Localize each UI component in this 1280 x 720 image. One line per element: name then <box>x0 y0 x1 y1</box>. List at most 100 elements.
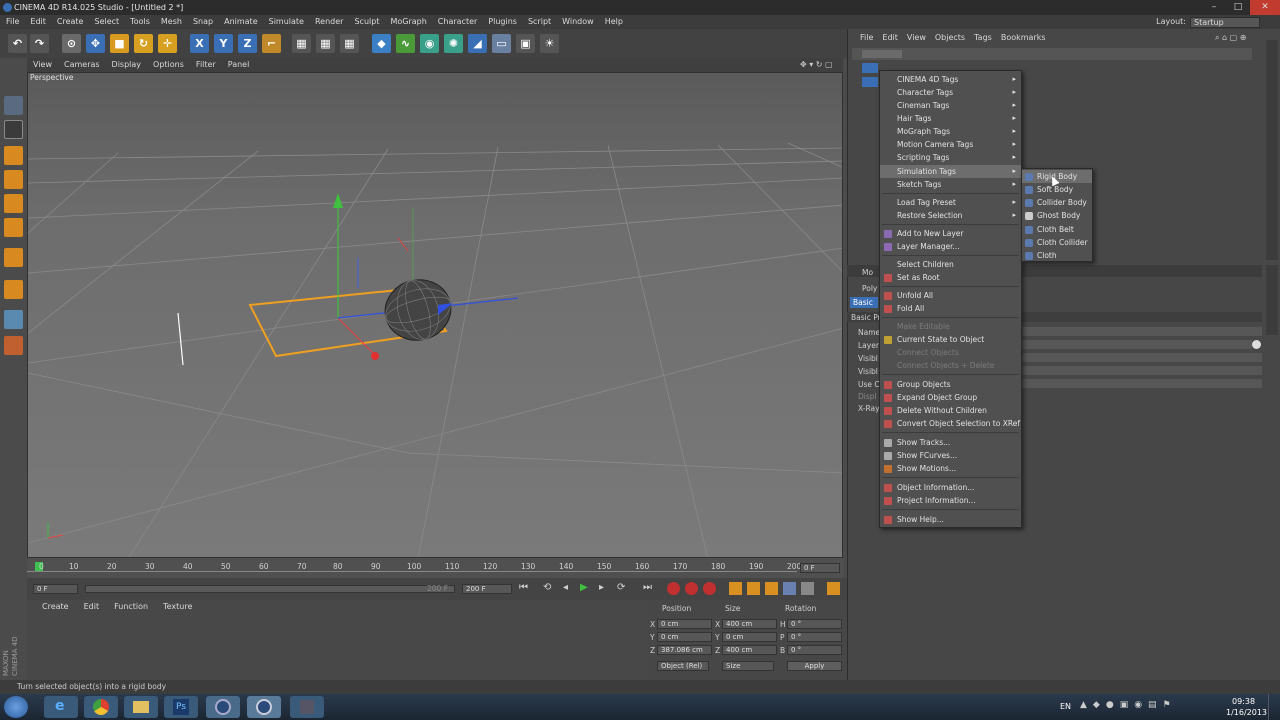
x-axis-lock-icon[interactable]: X <box>190 34 209 53</box>
menu-help[interactable]: Help <box>605 15 623 29</box>
apply-button[interactable]: Apply <box>787 661 842 671</box>
menu-snap[interactable]: Snap <box>193 15 213 29</box>
coordinate-mode-dropdown[interactable]: Object (Rel) <box>657 661 709 671</box>
sphere-object[interactable] <box>378 272 457 347</box>
material-manager[interactable] <box>27 600 647 680</box>
position-z-field[interactable]: 387.086 cm <box>657 645 712 655</box>
snap-icon[interactable] <box>4 280 23 299</box>
material-menu-texture[interactable]: Texture <box>163 602 192 611</box>
ctx-motion-camera-tags[interactable]: Motion Camera Tags ▸ <box>880 138 1021 151</box>
points-mode-icon[interactable] <box>4 170 23 189</box>
clock-date[interactable]: 1/16/2013 <box>1226 708 1267 717</box>
menu-character[interactable]: Character <box>438 15 478 29</box>
use-color-dropdown[interactable] <box>1022 379 1262 388</box>
taskbar-video-icon[interactable] <box>290 696 324 718</box>
material-menu-create[interactable]: Create <box>42 602 69 611</box>
ctx-cinema4d-tags[interactable]: CINEMA 4D Tags ▸ <box>880 73 1021 86</box>
size-mode-dropdown[interactable]: Size <box>722 661 774 671</box>
ctx-show-tracks[interactable]: Show Tracks... <box>880 436 1021 449</box>
key-rotation-icon[interactable] <box>765 582 778 595</box>
layer-clear-icon[interactable] <box>1252 340 1261 349</box>
minimize-button[interactable]: – <box>1202 0 1226 15</box>
sub-collider-body[interactable]: Collider Body <box>1022 196 1092 209</box>
ctx-delete-without-children[interactable]: Delete Without Children <box>880 404 1021 417</box>
side-tabs-objects[interactable] <box>1266 40 1278 260</box>
clock-time[interactable]: 09:38 <box>1232 697 1255 706</box>
ctx-simulation-tags[interactable]: Simulation Tags ▸ <box>880 165 1021 178</box>
live-selection-icon[interactable]: ⊙ <box>62 34 81 53</box>
render-settings-icon[interactable]: ▦ <box>340 34 359 53</box>
object-row-plane[interactable] <box>862 63 878 73</box>
goto-end-icon[interactable]: ⏭ <box>643 582 652 593</box>
spline-icon[interactable]: ∿ <box>396 34 415 53</box>
sub-cloth-belt[interactable]: Cloth Belt <box>1022 223 1092 236</box>
end-frame-field[interactable]: 200 F <box>462 584 512 594</box>
object-row-emitter[interactable] <box>862 50 902 58</box>
nurbs-icon[interactable]: ◉ <box>420 34 439 53</box>
axis-mode-icon[interactable] <box>4 248 23 267</box>
tab-basic[interactable]: Basic <box>850 297 878 308</box>
object-row-sphere[interactable] <box>862 77 878 87</box>
viewport-menu-panel[interactable]: Panel <box>228 58 250 72</box>
locked-workplane-icon[interactable] <box>4 336 23 355</box>
position-x-field[interactable]: 0 cm <box>657 619 712 629</box>
menu-mesh[interactable]: Mesh <box>161 15 182 29</box>
taskbar-photoshop-icon[interactable]: Ps <box>164 696 198 718</box>
light-icon[interactable]: ☀ <box>540 34 559 53</box>
ctx-unfold-all[interactable]: Unfold All <box>880 289 1021 302</box>
ctx-set-as-root[interactable]: Set as Root <box>880 271 1021 284</box>
redo-icon[interactable]: ↷ <box>30 34 49 53</box>
next-frame-icon[interactable]: ▸ <box>599 582 604 593</box>
objects-menu-objects[interactable]: Objects <box>935 33 965 42</box>
menu-tools[interactable]: Tools <box>130 15 150 29</box>
menu-file[interactable]: File <box>6 15 19 29</box>
start-frame-field[interactable]: 0 F <box>33 584 78 594</box>
ctx-current-state-to-object[interactable]: Current State to Object <box>880 333 1021 346</box>
menu-edit[interactable]: Edit <box>30 15 46 29</box>
menu-simulate[interactable]: Simulate <box>269 15 304 29</box>
ctx-show-help[interactable]: Show Help... <box>880 513 1021 526</box>
name-field[interactable] <box>1022 327 1262 336</box>
key-position-icon[interactable] <box>729 582 742 595</box>
side-tabs-attributes[interactable] <box>1266 265 1278 335</box>
menu-plugins[interactable]: Plugins <box>488 15 517 29</box>
visible-editor-dropdown[interactable] <box>1022 353 1262 362</box>
render-view-icon[interactable]: ▦ <box>292 34 311 53</box>
size-x-field[interactable]: 400 cm <box>722 619 777 629</box>
timeline-ruler[interactable]: 0 10 20 30 40 50 60 70 80 90 100 110 120… <box>27 558 843 578</box>
objects-menu-view[interactable]: View <box>907 33 926 42</box>
model-mode-icon[interactable] <box>4 146 23 165</box>
language-indicator[interactable]: EN <box>1060 702 1071 711</box>
make-editable-icon[interactable] <box>4 96 23 115</box>
ctx-expand-object-group[interactable]: Expand Object Group <box>880 391 1021 404</box>
menu-create[interactable]: Create <box>57 15 84 29</box>
move-icon[interactable]: ✥ <box>86 34 105 53</box>
array-icon[interactable]: ✺ <box>444 34 463 53</box>
play-icon[interactable]: ▶ <box>580 582 588 593</box>
scale-icon[interactable]: ■ <box>110 34 129 53</box>
next-key-icon[interactable]: ⟳ <box>617 582 625 593</box>
undo-icon[interactable]: ↶ <box>8 34 27 53</box>
layer-field[interactable] <box>1022 340 1252 349</box>
ctx-restore-selection[interactable]: Restore Selection ▸ <box>880 209 1021 222</box>
ctx-layer-manager[interactable]: Layer Manager... <box>880 240 1021 253</box>
x-axis-handle[interactable] <box>337 317 374 354</box>
material-menu-function[interactable]: Function <box>114 602 148 611</box>
record-keys-icon[interactable] <box>667 582 680 595</box>
ctx-character-tags[interactable]: Character Tags ▸ <box>880 86 1021 99</box>
ctx-sketch-tags[interactable]: Sketch Tags ▸ <box>880 178 1021 191</box>
coordinate-system-icon[interactable]: ⌐ <box>262 34 281 53</box>
sub-cloth[interactable]: Cloth <box>1022 249 1092 262</box>
z-axis-lock-icon[interactable]: Z <box>238 34 257 53</box>
ctx-cineman-tags[interactable]: Cineman Tags ▸ <box>880 99 1021 112</box>
ctx-object-information[interactable]: Object Information... <box>880 481 1021 494</box>
viewport-menu-options[interactable]: Options <box>153 58 184 72</box>
key-parameter-icon[interactable] <box>783 582 796 595</box>
position-y-field[interactable]: 0 cm <box>657 632 712 642</box>
y-axis-lock-icon[interactable]: Y <box>214 34 233 53</box>
close-button[interactable]: ✕ <box>1250 0 1280 15</box>
taskbar-ie-icon[interactable]: e <box>44 696 78 718</box>
key-pla-icon[interactable] <box>801 582 814 595</box>
floor-icon[interactable]: ▭ <box>492 34 511 53</box>
ctx-group-objects[interactable]: Group Objects <box>880 378 1021 391</box>
